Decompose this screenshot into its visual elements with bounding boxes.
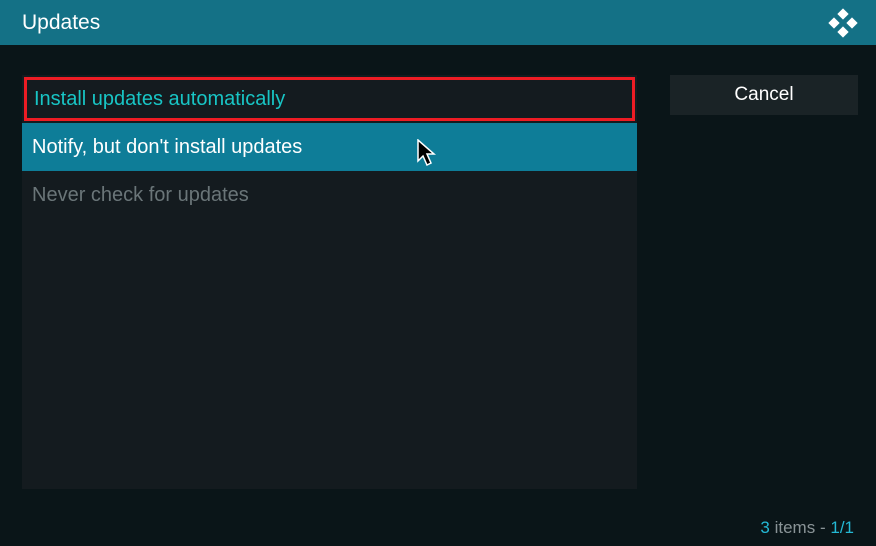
dialog-title: Updates	[22, 11, 100, 35]
page-indicator: 1/1	[830, 518, 854, 537]
option-label: Notify, but don't install updates	[32, 136, 302, 159]
option-label: Install updates automatically	[34, 88, 285, 111]
footer-status: 3 items - 1/1	[760, 518, 854, 538]
dialog-header: Updates	[0, 0, 876, 45]
items-label: items	[775, 518, 816, 537]
option-install-automatically[interactable]: Install updates automatically	[24, 77, 635, 121]
cancel-button[interactable]: Cancel	[670, 75, 858, 115]
item-count: 3	[760, 518, 769, 537]
option-never-check[interactable]: Never check for updates	[22, 171, 637, 219]
main-content: Install updates automatically Notify, bu…	[0, 45, 876, 489]
option-notify-only[interactable]: Notify, but don't install updates	[22, 123, 637, 171]
kodi-logo-icon	[828, 8, 858, 38]
separator: -	[820, 518, 826, 537]
cancel-button-label: Cancel	[734, 84, 793, 106]
option-label: Never check for updates	[32, 184, 249, 207]
options-list: Install updates automatically Notify, bu…	[22, 75, 637, 489]
